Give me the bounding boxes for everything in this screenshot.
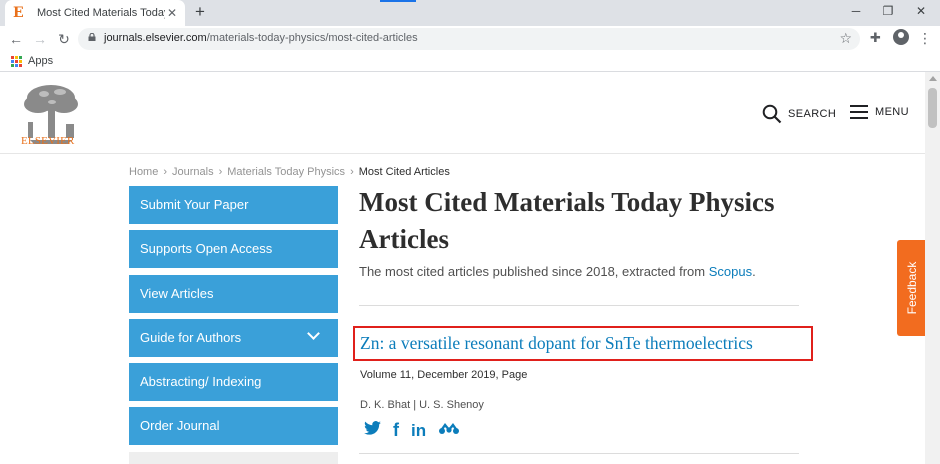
divider [359,305,799,306]
feedback-button[interactable]: Feedback [897,240,927,336]
menu-label: MENU [875,106,909,118]
nav-item-label: View Articles [140,285,214,301]
nav-next-item-partial [129,451,338,464]
apps-grid-dot [19,64,22,67]
scroll-up-arrow-icon[interactable] [929,76,937,81]
page-subtitle: The most cited articles published since … [359,264,756,279]
nav-item-label: Abstracting/ Indexing [140,374,262,390]
page-title: Most Cited Materials Today Physics Artic… [359,187,775,254]
forward-arrow-icon[interactable]: → [32,30,48,48]
nav-abstracting-indexing[interactable]: Abstracting/ Indexing [129,363,338,402]
elsevier-wordmark[interactable]: ELSEVIER [21,135,75,147]
mendeley-icon[interactable] [438,421,460,440]
article-meta: Volume 11, December 2019, Page [360,369,528,381]
nav-submit-your-paper[interactable]: Submit Your Paper [129,186,338,224]
url-text: journals.elsevier.com/materials-today-ph… [104,32,418,44]
tab-close-icon[interactable]: ✕ [167,6,177,20]
back-arrow-icon[interactable]: ← [8,30,24,48]
browser-tab-strip: E Most Cited Materials Today Physics ✕ +… [0,0,940,26]
share-links: f in [364,420,472,441]
nav-order-journal[interactable]: Order Journal [129,407,338,446]
subtitle-text: The most cited articles published since … [359,264,709,279]
extensions-puzzle-icon[interactable]: ✚ [870,30,881,46]
apps-grid-dot [15,64,18,67]
nav-guide-for-authors[interactable]: Guide for Authors [129,318,338,357]
lock-icon [88,33,96,41]
apps-grid-dot [15,56,18,59]
facebook-icon[interactable]: f [393,420,399,441]
header-menu-button[interactable]: MENU [849,104,909,120]
tab-loading-indicator [380,0,416,2]
search-label: SEARCH [788,108,837,120]
scopus-link[interactable]: Scopus [709,264,752,279]
divider [359,453,799,454]
hamburger-menu-icon [850,105,868,119]
url-host: journals.elsevier.com [104,32,207,44]
apps-grid-dot [11,56,14,59]
nav-item-label: Guide for Authors [140,329,242,345]
apps-grid-dot [11,64,14,67]
nav-item-label: Order Journal [140,418,220,434]
browser-tab[interactable]: E Most Cited Materials Today Physics ✕ [5,0,185,26]
linkedin-icon[interactable]: in [411,421,426,441]
article-authors: D. K. Bhat | U. S. Shenoy [360,399,484,411]
search-icon [762,104,782,124]
bookmarks-bar: Apps [0,52,940,72]
subtitle-period: . [752,264,756,279]
breadcrumb: Home › Journals › Materials Today Physics › Mo… [129,166,450,178]
bookmark-star-icon[interactable]: ☆ [839,30,852,47]
new-tab-button[interactable]: + [191,2,209,22]
address-bar[interactable]: journals.elsevier.com/materials-today-ph… [78,28,860,50]
header-search-button[interactable]: SEARCH [762,104,836,124]
reload-icon[interactable]: ↻ [56,30,72,48]
apps-grid-dot [19,60,22,63]
apps-bookmark[interactable]: Apps [28,55,53,67]
apps-grid-dot [11,60,14,63]
breadcrumb-separator: › [163,166,168,178]
nav-item-label: Submit Your Paper [140,197,249,212]
breadcrumb-journal[interactable]: Materials Today Physics [227,166,345,178]
apps-grid-dot [19,56,22,59]
feedback-label: Feedback [905,261,919,315]
nav-supports-open-access[interactable]: Supports Open Access [129,230,338,269]
breadcrumb-current: Most Cited Articles [358,166,450,178]
breadcrumb-separator: › [218,166,223,178]
nav-view-articles[interactable]: View Articles [129,274,338,313]
apps-grid-icon[interactable] [11,56,22,67]
tab-title: Most Cited Materials Today Physics [37,7,165,19]
apps-grid-dot [15,60,18,63]
browser-toolbar: ← → ↻ journals.elsevier.com/materials-to… [0,26,940,52]
scrollbar-thumb[interactable] [928,88,937,128]
elsevier-favicon-icon: E [13,5,24,21]
url-path: /materials-today-physics/most-cited-arti… [206,32,418,44]
profile-avatar-icon[interactable] [893,29,909,45]
article-title-link[interactable]: Zn: a versatile resonant dopant for SnTe… [360,333,753,354]
twitter-icon[interactable] [364,421,381,440]
journal-side-nav: Submit Your Paper Supports Open Access V… [129,186,338,464]
nav-item-label: Supports Open Access [140,241,273,257]
browser-menu-icon[interactable]: ⋮ [918,30,932,47]
breadcrumb-journals[interactable]: Journals [172,166,214,178]
chevron-down-icon[interactable] [307,327,320,340]
breadcrumb-separator: › [350,166,354,178]
close-window-button[interactable]: ✕ [913,4,929,18]
minimize-button[interactable]: ─ [848,4,864,18]
page-scrollbar[interactable] [925,72,940,464]
breadcrumb-home[interactable]: Home [129,166,158,178]
maximize-button[interactable]: ❐ [880,4,896,18]
